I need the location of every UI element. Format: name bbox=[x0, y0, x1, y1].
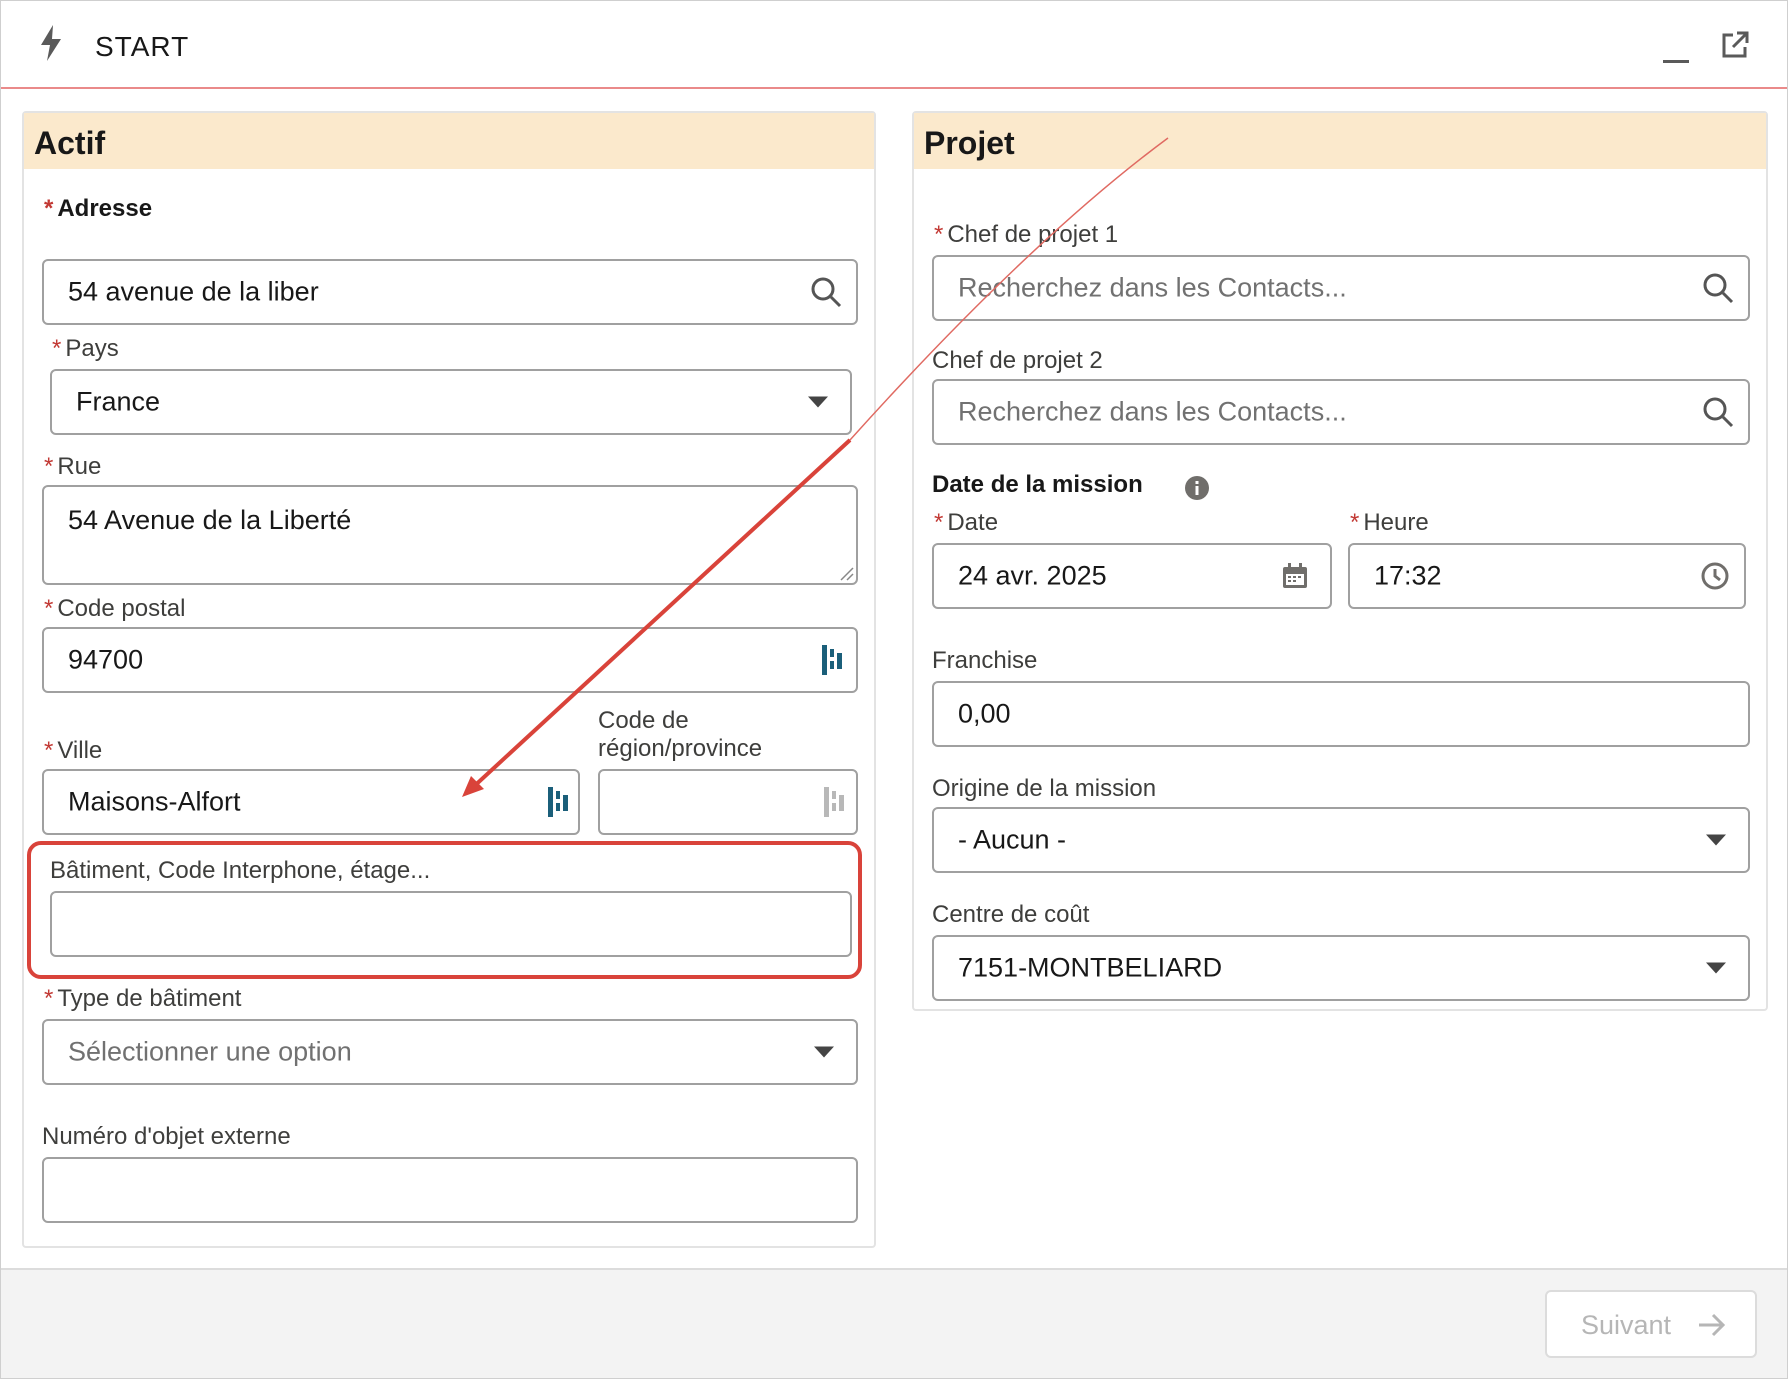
region-label-line2: région/province bbox=[598, 735, 763, 762]
lightning-icon bbox=[41, 25, 61, 61]
projet-panel-header: Projet bbox=[914, 113, 1766, 169]
numero-objet-label: Numéro d'objet externe bbox=[42, 1123, 291, 1150]
chef1-search-input[interactable]: Recherchez dans les Contacts... bbox=[932, 255, 1750, 321]
address-lookup-icon[interactable] bbox=[546, 785, 572, 819]
annotation-highlight-box bbox=[27, 841, 862, 979]
search-icon bbox=[811, 277, 842, 308]
calendar-icon[interactable] bbox=[1282, 563, 1308, 589]
resize-handle-icon[interactable] bbox=[838, 565, 854, 581]
search-icon bbox=[1703, 273, 1734, 304]
time-picker-input[interactable]: 17:32 bbox=[1348, 543, 1746, 609]
flow-window: START Actif * Adresse 54 avenue de la lib… bbox=[0, 0, 1788, 1379]
region-label-line1: Code de bbox=[598, 707, 689, 734]
clock-icon[interactable] bbox=[1700, 561, 1730, 591]
chevron-down-icon bbox=[814, 1046, 834, 1058]
chevron-down-icon bbox=[1706, 962, 1726, 974]
flow-footer: Suivant bbox=[1, 1268, 1787, 1378]
region-input[interactable] bbox=[598, 769, 858, 835]
pays-select[interactable]: France bbox=[50, 369, 852, 435]
chevron-down-icon bbox=[808, 396, 828, 408]
actif-panel-title: Actif bbox=[34, 125, 106, 161]
type-batiment-label: * Type de bâtiment bbox=[44, 985, 242, 1012]
next-button[interactable]: Suivant bbox=[1545, 1290, 1757, 1358]
numero-objet-input[interactable] bbox=[42, 1157, 858, 1223]
franchise-label: Franchise bbox=[932, 647, 1038, 674]
search-icon bbox=[1703, 397, 1734, 428]
actif-panel: Actif * Adresse 54 avenue de la liber * Pa… bbox=[22, 111, 876, 1248]
centre-cout-label: Centre de coût bbox=[932, 901, 1090, 928]
window-title: START bbox=[95, 31, 190, 62]
date-picker-input[interactable]: 24 avr. 2025 bbox=[932, 543, 1332, 609]
chevron-down-icon bbox=[1706, 834, 1726, 846]
date-mission-label: Date de la mission bbox=[932, 471, 1143, 498]
info-icon[interactable] bbox=[1184, 475, 1210, 501]
minimize-button[interactable] bbox=[1659, 41, 1691, 65]
type-batiment-select[interactable]: Sélectionner une option bbox=[42, 1019, 858, 1085]
ville-label: * Ville bbox=[44, 737, 103, 764]
window-titlebar: START bbox=[1, 1, 1787, 89]
pays-label: * Pays bbox=[52, 335, 119, 362]
rue-textarea[interactable]: 54 Avenue de la Liberté bbox=[42, 485, 858, 585]
arrow-right-icon bbox=[1699, 1313, 1726, 1337]
projet-panel: Projet * Chef de projet 1 Recherchez dans… bbox=[912, 111, 1768, 1011]
heure-label: * Heure bbox=[1350, 509, 1429, 536]
address-lookup-icon[interactable] bbox=[820, 643, 846, 677]
ville-input[interactable]: Maisons-Alfort bbox=[42, 769, 580, 835]
chef2-label: Chef de projet 2 bbox=[932, 347, 1103, 374]
address-lookup-icon[interactable] bbox=[822, 785, 848, 819]
centre-cout-select[interactable]: 7151-MONTBELIARD bbox=[932, 935, 1750, 1001]
chef1-label: * Chef de projet 1 bbox=[934, 221, 1119, 248]
code-postal-input[interactable]: 94700 bbox=[42, 627, 858, 693]
projet-panel-title: Projet bbox=[924, 125, 1015, 161]
popout-icon[interactable] bbox=[1719, 29, 1751, 61]
actif-panel-header: Actif bbox=[24, 113, 874, 169]
franchise-input[interactable]: 0,00 bbox=[932, 681, 1750, 747]
adresse-label: * Adresse bbox=[44, 195, 153, 222]
date-label: * Date bbox=[934, 509, 999, 536]
chef2-search-input[interactable]: Recherchez dans les Contacts... bbox=[932, 379, 1750, 445]
origine-select[interactable]: - Aucun - bbox=[932, 807, 1750, 873]
rue-label: * Rue bbox=[44, 453, 102, 480]
origine-label: Origine de la mission bbox=[932, 775, 1157, 802]
adresse-search-input[interactable]: 54 avenue de la liber bbox=[42, 259, 858, 325]
code-postal-label: * Code postal bbox=[44, 595, 186, 622]
